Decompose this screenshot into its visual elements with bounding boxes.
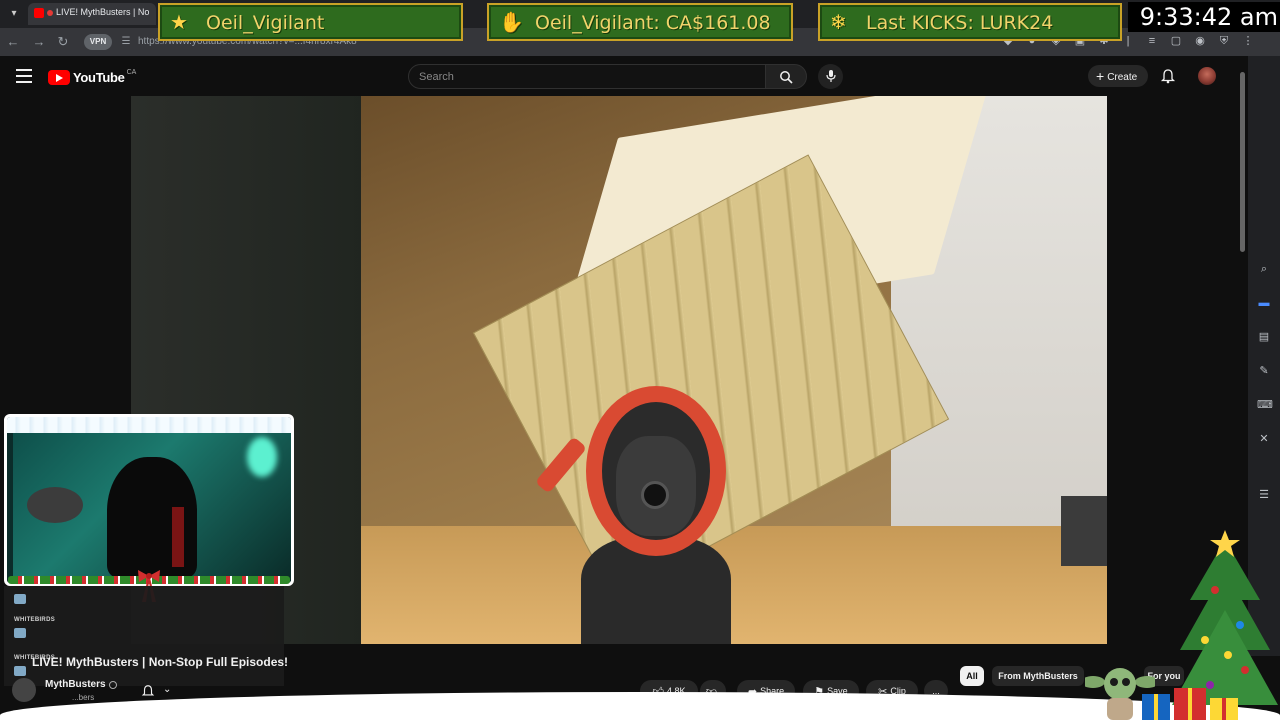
gift-boxes-icon xyxy=(1142,688,1238,720)
chat-username: WHITEBIRDS xyxy=(14,617,55,623)
back-arrow-icon[interactable]: ← xyxy=(4,33,22,51)
menu-dots-icon[interactable]: ⋮ xyxy=(1240,33,1256,49)
channel-subscribers: ...bers xyxy=(72,693,95,702)
video-scene-machine xyxy=(1061,496,1107,566)
screen: ▾ LIVE! MythBusters | No ← → ↻ VPN ☰ htt… xyxy=(0,0,1280,720)
webcam-overlay xyxy=(4,414,294,586)
chip-all[interactable]: All xyxy=(960,666,984,686)
webcam-scene-lamp xyxy=(247,437,277,477)
donation-banner: ✋ Oeil_Vigilant: CA$161.08 xyxy=(487,3,793,41)
webcam-scene-red-trim xyxy=(172,507,184,567)
reload-icon[interactable]: ↻ xyxy=(54,33,72,51)
create-button[interactable]: + Create xyxy=(1088,65,1148,87)
video-title: LIVE! MythBusters | Non-Stop Full Episod… xyxy=(32,655,289,669)
subscription-bell-button[interactable] xyxy=(141,684,155,698)
video-scene-chuck-hole xyxy=(641,481,669,509)
customize-side-icon[interactable]: ☰ xyxy=(1257,488,1271,502)
channel-name[interactable]: MythBusters xyxy=(45,679,106,690)
search-box xyxy=(408,64,766,89)
tools-side-icon[interactable]: ✕ xyxy=(1257,432,1271,446)
browser-tab[interactable]: LIVE! MythBusters | No xyxy=(28,3,156,25)
vpn-toggle[interactable]: VPN xyxy=(84,34,112,50)
follower-banner: ★ Oeil_Vigilant xyxy=(158,3,463,41)
account-avatar[interactable] xyxy=(1198,67,1216,85)
voice-search-button[interactable] xyxy=(818,64,843,89)
chat-overlay: WHITEBIRDS WHITEBIRDS xyxy=(4,586,284,686)
guide-menu-icon[interactable] xyxy=(16,69,32,83)
tab-title: LIVE! MythBusters | No xyxy=(56,7,150,17)
bell-icon xyxy=(1160,69,1176,84)
kick-icon: ❄ xyxy=(830,10,847,34)
shield-icon[interactable]: ⛨ xyxy=(1216,33,1232,49)
search-input[interactable] xyxy=(409,65,765,88)
country-code: CA xyxy=(126,68,137,76)
tab-list-chevron-icon[interactable]: ▾ xyxy=(6,6,22,22)
chip-from-channel[interactable]: From MythBusters xyxy=(992,666,1084,686)
microphone-icon xyxy=(825,70,836,82)
webcam-scene-hat xyxy=(27,487,83,523)
profile-icon[interactable]: ◉ xyxy=(1192,33,1208,49)
youtube-logo-text: YouTube xyxy=(73,69,125,85)
notifications-button[interactable] xyxy=(1160,68,1176,84)
channel-avatar[interactable] xyxy=(12,678,36,702)
icicle-frame xyxy=(7,417,291,433)
recording-dot-icon xyxy=(47,9,53,16)
plus-icon: + xyxy=(1096,68,1105,84)
chat-side-icon[interactable]: ▬ xyxy=(1257,296,1271,310)
separator-icon: | xyxy=(1126,35,1130,47)
page-side-icon[interactable]: ▤ xyxy=(1257,330,1271,344)
create-label: Create xyxy=(1107,72,1138,83)
chat-emote-icon xyxy=(14,594,26,604)
youtube-logo[interactable]: YouTube CA xyxy=(48,69,136,85)
forward-arrow-icon[interactable]: → xyxy=(30,33,48,51)
notes-side-icon[interactable]: ✎ xyxy=(1257,364,1271,378)
donation-text: Oeil_Vigilant: CA$161.08 xyxy=(535,12,771,34)
search-icon xyxy=(780,71,793,84)
search-button[interactable] xyxy=(765,64,807,89)
follower-name: Oeil_Vigilant xyxy=(206,12,325,34)
donation-icon: ✋ xyxy=(499,10,524,34)
video-scene-bench xyxy=(361,526,1107,644)
star-icon: ★ xyxy=(170,10,188,34)
verified-badge-icon xyxy=(109,681,117,689)
kicks-banner: ❄ Last KICKS: LURK24 xyxy=(818,3,1122,41)
stream-clock: 9:33:42 am xyxy=(1128,2,1280,32)
chat-emote-icon xyxy=(14,628,26,638)
sidebar-icon[interactable]: ▢ xyxy=(1168,33,1184,49)
scrollbar-thumb[interactable] xyxy=(1240,72,1245,252)
youtube-favicon-icon xyxy=(34,7,44,18)
site-settings-icon[interactable]: ☰ xyxy=(117,33,135,51)
gamepad-side-icon[interactable]: ⌨ xyxy=(1257,398,1273,412)
chat-emote-icon xyxy=(14,666,26,676)
bell-icon xyxy=(141,685,155,696)
kicks-text: Last KICKS: LURK24 xyxy=(866,12,1054,34)
subscription-chevron-down-icon[interactable]: ⌄ xyxy=(163,684,171,695)
youtube-play-icon xyxy=(48,69,70,85)
reading-list-icon[interactable]: ≡ xyxy=(1144,33,1160,49)
search-side-icon[interactable]: ⌕ xyxy=(1257,262,1271,276)
